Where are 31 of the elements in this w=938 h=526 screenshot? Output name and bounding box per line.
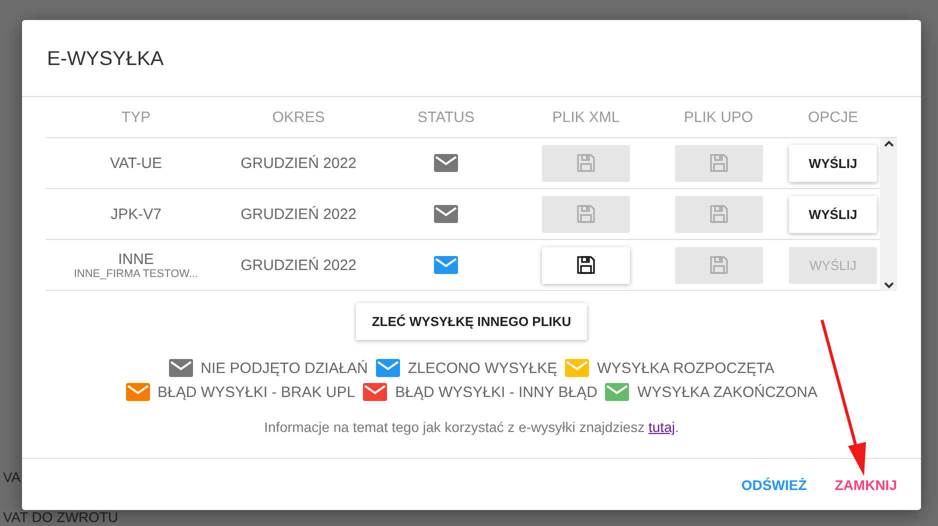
type-text: VAT-UE [110,154,162,172]
order-other-file-button[interactable]: ZLEĆ WYSYŁKĘ INNEGO PLIKU [356,303,588,340]
period-text: GRUDZIEŃ 2022 [240,206,356,222]
column-header: STATUS [416,108,476,126]
help-link[interactable]: tutaj [648,419,675,435]
type-text: JPK-V7 [110,206,162,222]
file-name-text: INNE_FIRMA TESTOW... [74,268,198,280]
background-text: VA [3,470,21,485]
dialog-title: E-WYSYŁKA [46,47,165,68]
period-text: GRUDZIEŃ 2022 [240,154,356,172]
xml-download-button[interactable] [542,246,630,284]
column-header: OPCJE [806,108,859,126]
type-text: INNE [118,250,154,268]
background-text: VAT DO ZWROTU [3,510,118,525]
column-header: PLIK XML [551,108,621,126]
info-text: Informacje na temat tego jak korzystać z e-wysyłki znajdziesz tutaj. [264,419,679,435]
legend-label: NIE PODJĘTO DZIAŁAŃ [200,360,368,376]
column-header: OKRES [271,108,326,126]
column-header: TYP [120,108,152,126]
legend-label: BŁĄD WYSYŁKI - INNY BŁĄD [395,384,598,400]
send-button[interactable]: WYŚLIJ [789,196,877,232]
column-header: PLIK UPO [682,108,754,126]
scroll-up-icon[interactable] [884,140,894,147]
send-button[interactable]: WYŚLIJ [789,144,877,182]
legend-label: WYSYŁKA ROZPOCZĘTA [597,360,774,376]
legend-label: ZLECONO WYSYŁKĘ [408,360,558,376]
scrollbar[interactable] [880,138,897,291]
scroll-down-icon[interactable] [884,282,894,289]
legend-label: BŁĄD WYSYŁKI - BRAK UPL [158,384,356,400]
period-text: GRUDZIEŃ 2022 [240,256,356,274]
legend-label: WYSYŁKA ZAKOŃCZONA [637,384,818,400]
